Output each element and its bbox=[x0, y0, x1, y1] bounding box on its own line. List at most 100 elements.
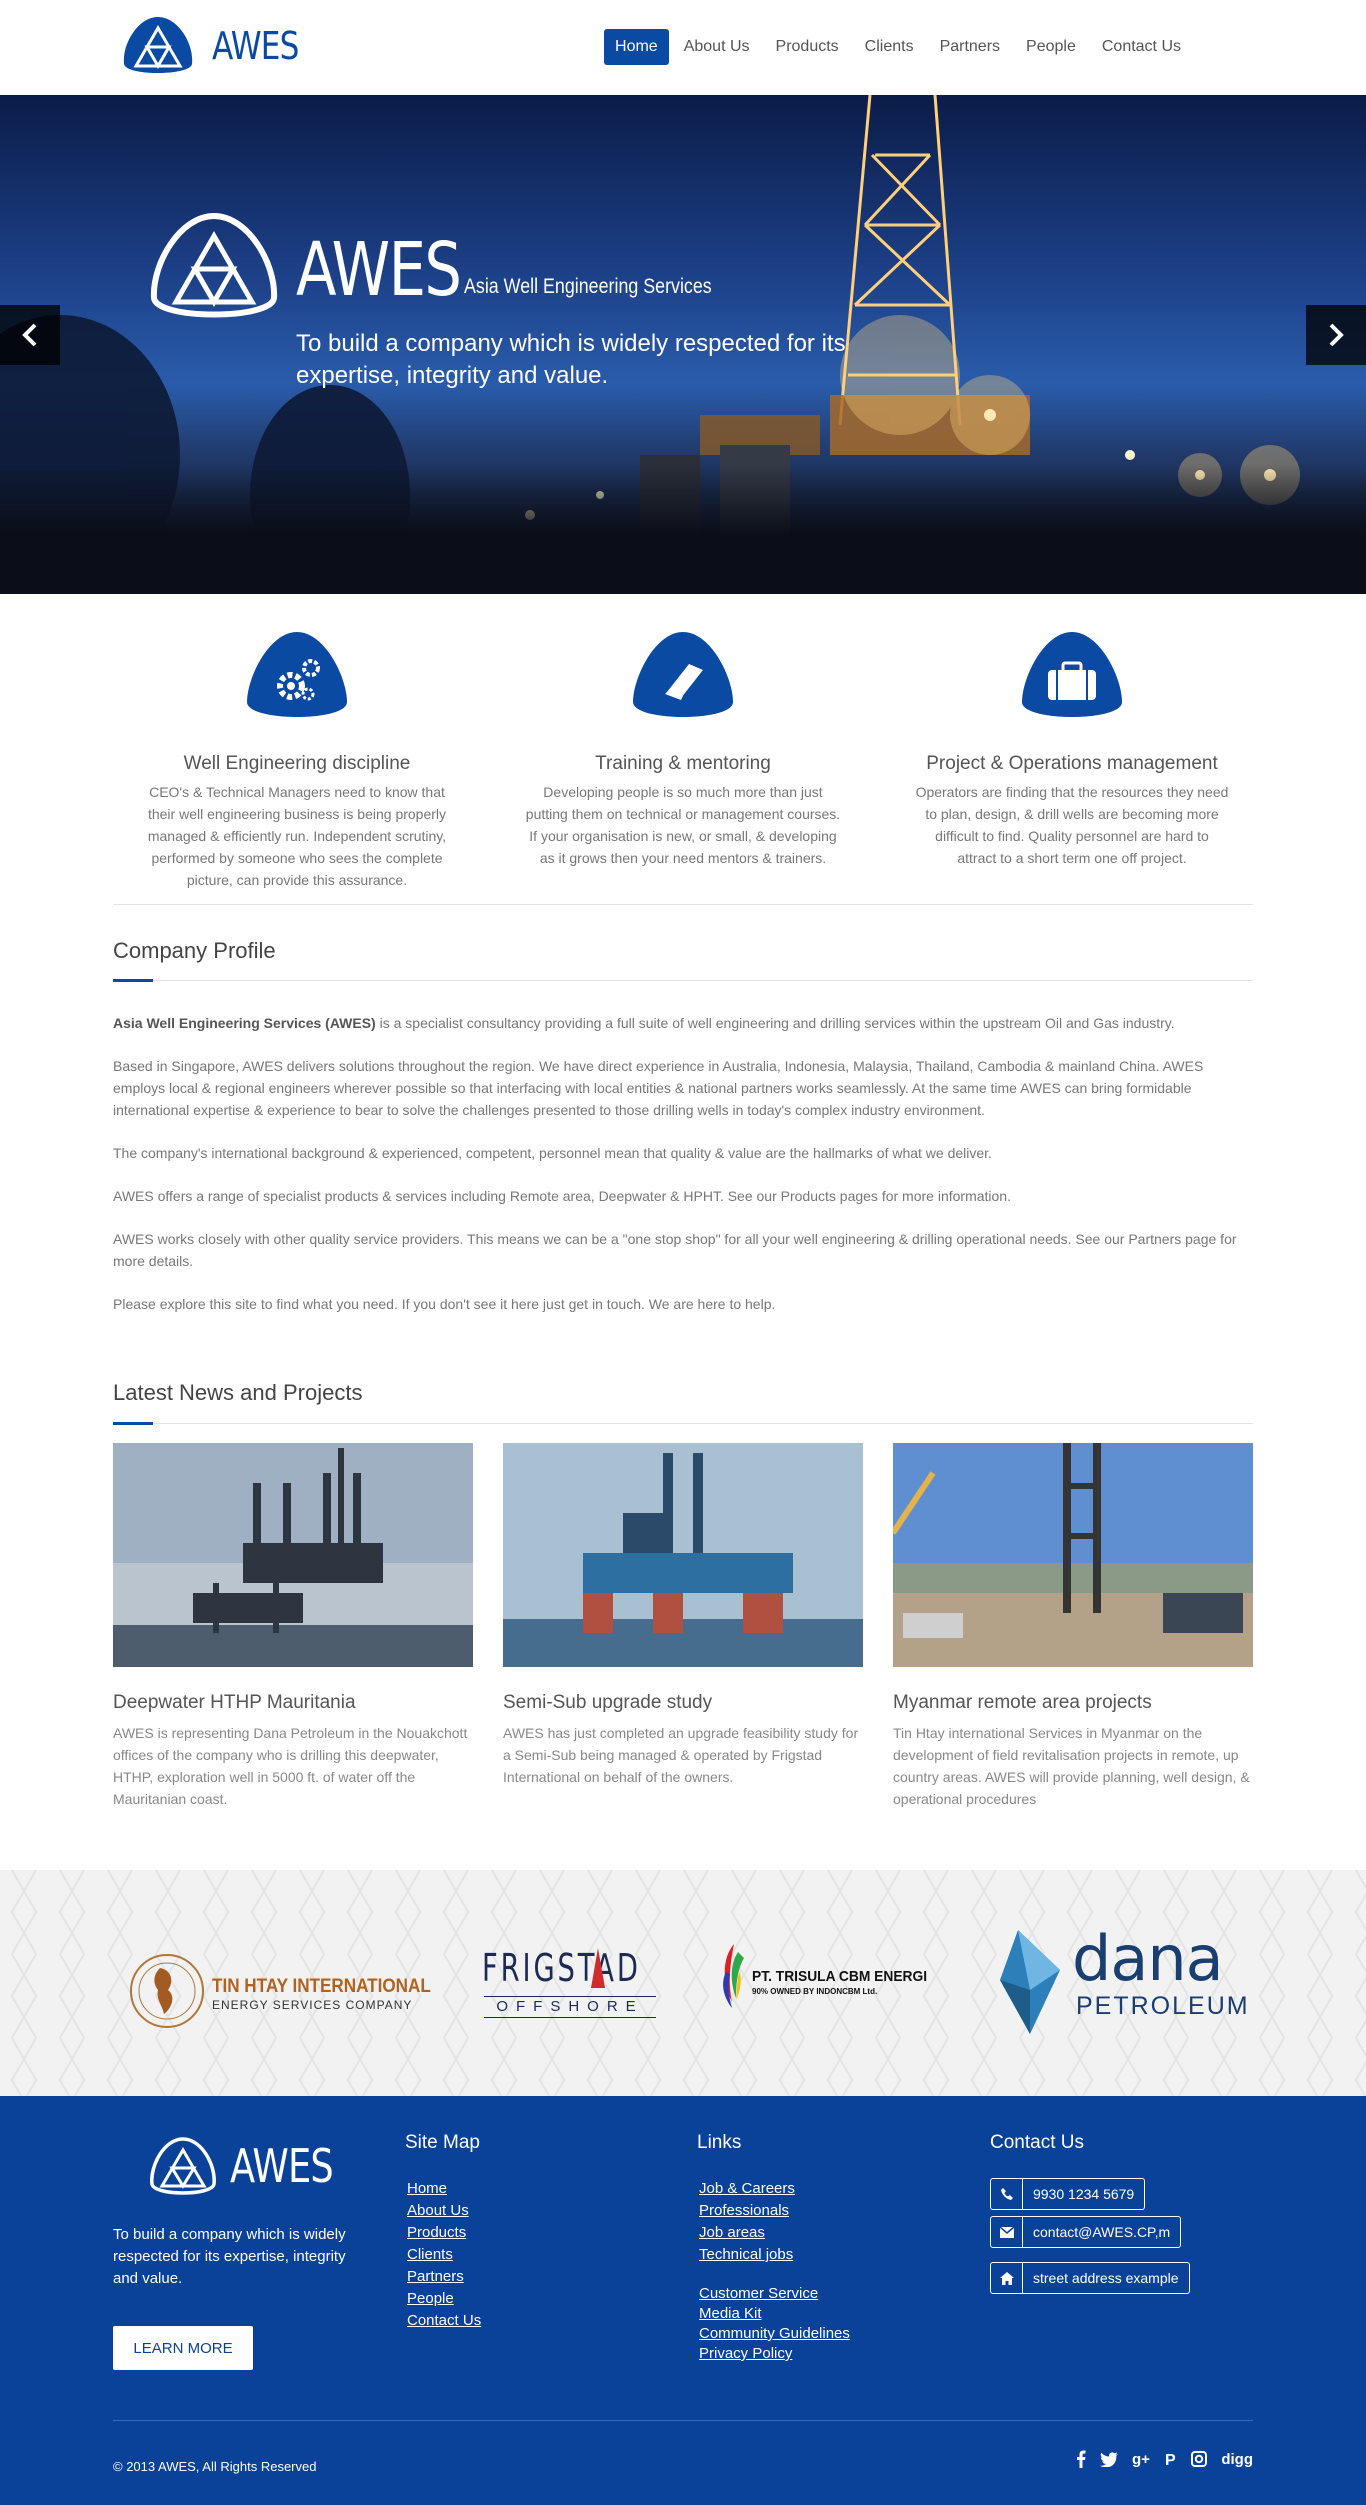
profile-paragraph: AWES works closely with other quality se… bbox=[113, 1231, 1237, 1269]
partner-name: dana bbox=[1072, 1922, 1224, 1995]
google-plus-icon[interactable]: g+ bbox=[1132, 2451, 1150, 2467]
feature-text: CEO's & Technical Managers need to know … bbox=[147, 784, 447, 888]
link-privacy-policy[interactable]: Privacy Policy bbox=[699, 2345, 792, 2362]
contact-address[interactable]: street address example bbox=[990, 2262, 1190, 2294]
news-image-semi-sub[interactable] bbox=[503, 1443, 863, 1667]
nav-home[interactable]: Home bbox=[604, 29, 669, 65]
link-item: Community Guidelines bbox=[699, 2324, 850, 2344]
heading-accent-bar bbox=[113, 1422, 153, 1425]
link-job-areas[interactable]: Job areas bbox=[699, 2224, 765, 2241]
feature-well-engineering: Well Engineering discipline CEO's & Tech… bbox=[127, 630, 467, 891]
twitter-icon[interactable] bbox=[1100, 2451, 1119, 2467]
pinterest-icon[interactable]: P bbox=[1164, 2451, 1177, 2468]
link-customer-service[interactable]: Customer Service bbox=[699, 2285, 818, 2302]
sitemap-link-people[interactable]: People bbox=[407, 2290, 454, 2307]
phone-icon bbox=[991, 2179, 1023, 2209]
profile-lead-text: is a specialist consultancy providing a … bbox=[375, 1015, 1175, 1031]
footer-tagline: To build a company which is widely respe… bbox=[113, 2226, 346, 2287]
instagram-icon[interactable] bbox=[1191, 2451, 1208, 2467]
site-header: AWES Home About Us Products Clients Part… bbox=[0, 0, 1366, 95]
sitemap-link-clients[interactable]: Clients bbox=[407, 2246, 453, 2263]
digg-icon[interactable]: digg bbox=[1221, 2451, 1253, 2468]
news-text: AWES is representing Dana Petroleum in t… bbox=[113, 1725, 468, 1807]
news-heading: Latest News and Projects bbox=[113, 1380, 363, 1405]
partner-logo-trisula[interactable]: PT. TRISULA CBM ENERGI 90% OWNED BY INDO… bbox=[718, 1938, 948, 2018]
chevron-right-icon bbox=[1329, 323, 1344, 347]
news-image-land-rig[interactable] bbox=[890, 1443, 1253, 1667]
sitemap-item: Contact Us bbox=[407, 2310, 481, 2332]
partner-subname: 90% OWNED BY INDONCBM Ltd. bbox=[752, 1987, 878, 1996]
link-professionals[interactable]: Professionals bbox=[699, 2202, 789, 2219]
sitemap-link-about-us[interactable]: About Us bbox=[407, 2202, 469, 2219]
news-card[interactable]: Myanmar remote area projects Tin Htay in… bbox=[890, 1443, 1253, 1810]
profile-paragraph: The company's international background &… bbox=[113, 1145, 992, 1161]
social-links: g+ P digg bbox=[1076, 2450, 1253, 2468]
divider bbox=[113, 980, 1253, 981]
trisula-mark-icon bbox=[723, 1944, 744, 2008]
sitemap-item: Products bbox=[407, 2222, 481, 2244]
dana-crystal-icon bbox=[1000, 1930, 1060, 2034]
feature-training: Training & mentoring Developing people i… bbox=[513, 630, 853, 869]
link-media-kit[interactable]: Media Kit bbox=[699, 2305, 762, 2322]
partner-name: FRIGSTAD bbox=[482, 1946, 641, 1990]
sitemap-item: About Us bbox=[407, 2200, 481, 2222]
sitemap-link-contact-us[interactable]: Contact Us bbox=[407, 2312, 481, 2329]
feature-title: Training & mentoring bbox=[595, 753, 771, 774]
hero-subtitle: Asia Well Engineering Services bbox=[464, 275, 712, 298]
news-title[interactable]: Semi-Sub upgrade study bbox=[503, 1692, 863, 1714]
partner-logo-tin-htay[interactable]: TIN HTAY INTERNATIONAL ENERGY SERVICES C… bbox=[128, 1950, 431, 2030]
link-technical-jobs[interactable]: Technical jobs bbox=[699, 2246, 793, 2263]
footer-logo-icon[interactable] bbox=[148, 2136, 218, 2198]
link-item: Customer Service bbox=[699, 2284, 850, 2304]
awes-logo-icon[interactable] bbox=[120, 14, 196, 80]
news-card[interactable]: Semi-Sub upgrade study AWES has just com… bbox=[503, 1443, 863, 1788]
company-profile-heading: Company Profile bbox=[113, 938, 276, 963]
sitemap-link-home[interactable]: Home bbox=[407, 2180, 447, 2197]
slider-next-button[interactable] bbox=[1306, 305, 1366, 365]
link-job-careers[interactable]: Job & Careers bbox=[699, 2180, 795, 2197]
nav-partners[interactable]: Partners bbox=[929, 29, 1011, 65]
partner-logo-dana[interactable]: dana PETROLEUM bbox=[1000, 1922, 1248, 2036]
feature-project-management: Project & Operations management Operator… bbox=[902, 630, 1242, 869]
hero-title: AWES bbox=[296, 227, 462, 313]
contact-phone-text: 9930 1234 5679 bbox=[1033, 2186, 1135, 2202]
sitemap-item: People bbox=[407, 2288, 481, 2310]
news-title[interactable]: Deepwater HTHP Mauritania bbox=[113, 1692, 473, 1714]
news-image-jackup-rig[interactable] bbox=[113, 1443, 473, 1667]
nav-about-us[interactable]: About Us bbox=[673, 29, 761, 65]
partner-subname: PETROLEUM bbox=[1076, 1992, 1250, 2020]
link-item: Privacy Policy bbox=[699, 2344, 850, 2364]
nav-clients[interactable]: Clients bbox=[854, 29, 925, 65]
nav-people[interactable]: People bbox=[1015, 29, 1087, 65]
main-nav: Home About Us Products Clients Partners … bbox=[604, 29, 1192, 65]
company-profile-body: Asia Well Engineering Services (AWES) is… bbox=[113, 1012, 1253, 1336]
contact-phone[interactable]: 9930 1234 5679 bbox=[990, 2178, 1146, 2210]
nav-products[interactable]: Products bbox=[765, 29, 850, 65]
facebook-icon[interactable] bbox=[1076, 2450, 1086, 2468]
partner-logo-frigstad[interactable]: FRIGSTAD OFFSHORE bbox=[480, 1940, 660, 2030]
learn-more-button[interactable]: LEARN MORE bbox=[113, 2326, 253, 2370]
news-text: AWES has just completed an upgrade feasi… bbox=[503, 1725, 859, 1785]
feature-title: Project & Operations management bbox=[926, 753, 1218, 774]
slider-prev-button[interactable] bbox=[0, 305, 60, 365]
profile-paragraph: Based in Singapore, AWES delivers soluti… bbox=[113, 1058, 1204, 1118]
briefcase-icon bbox=[1022, 632, 1122, 717]
sitemap-list: Home About Us Products Clients Partners … bbox=[407, 2178, 481, 2332]
profile-paragraph: AWES offers a range of specialist produc… bbox=[113, 1188, 1011, 1204]
link-community-guidelines[interactable]: Community Guidelines bbox=[699, 2325, 850, 2342]
svg-text:g+: g+ bbox=[1132, 2451, 1150, 2467]
copyright-text: © 2013 AWES, All Rights Reserved bbox=[113, 2459, 317, 2474]
news-title[interactable]: Myanmar remote area projects bbox=[893, 1692, 1253, 1714]
partner-name: TIN HTAY INTERNATIONAL bbox=[212, 1976, 431, 1997]
sitemap-link-partners[interactable]: Partners bbox=[407, 2268, 464, 2285]
envelope-icon bbox=[991, 2217, 1023, 2247]
contact-email[interactable]: contact@AWES.CP,m bbox=[990, 2216, 1182, 2248]
nav-contact-us[interactable]: Contact Us bbox=[1091, 29, 1192, 65]
news-card[interactable]: Deepwater HTHP Mauritania AWES is repres… bbox=[113, 1443, 473, 1810]
hero-tagline: To build a company which is widely respe… bbox=[296, 330, 846, 389]
heading-accent-bar bbox=[113, 979, 153, 982]
contact-heading: Contact Us bbox=[990, 2132, 1084, 2153]
sitemap-link-products[interactable]: Products bbox=[407, 2224, 466, 2241]
logo-wordmark[interactable]: AWES bbox=[212, 22, 299, 70]
hero-ground-shade bbox=[0, 464, 1366, 594]
